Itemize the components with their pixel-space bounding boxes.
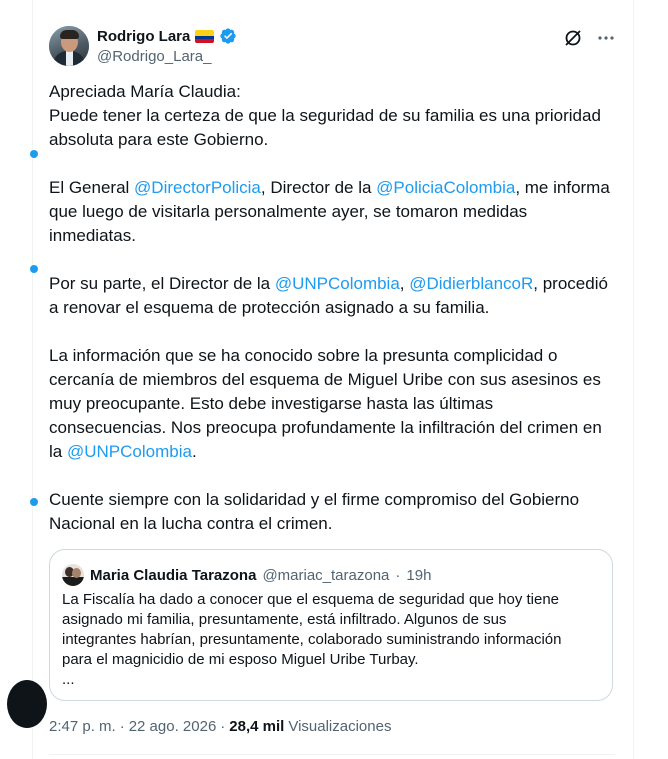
mention-link[interactable]: @DirectorPolicia <box>134 178 261 197</box>
tweet-paragraph: Cuente siempre con la solidaridad y el f… <box>49 490 580 533</box>
quoted-tweet-text: La Fiscalía ha dado a conocer que el esq… <box>62 590 592 690</box>
mention-link[interactable]: @PoliciaColombia <box>376 178 515 197</box>
quoted-tweet[interactable]: Maria Claudia Tarazona @mariac_tarazona … <box>49 549 613 701</box>
quoted-text-line: La Fiscalía ha dado a conocer que el esq… <box>62 591 560 608</box>
tweet-greeting: Apreciada María Claudia: <box>49 82 241 101</box>
quoted-text-ellipsis: ... <box>62 671 75 688</box>
quoted-author-handle[interactable]: @mariac_tarazona <box>262 567 389 584</box>
verified-badge-icon[interactable] <box>219 27 237 45</box>
author-handle[interactable]: @Rodrigo_Lara_ <box>97 48 211 65</box>
tweet-paragraph: La información que se ha conocido sobre … <box>49 344 615 464</box>
header-actions <box>563 28 615 48</box>
mention-link[interactable]: @DidierblancoR <box>409 274 533 293</box>
mention-link[interactable]: @UNPColombia <box>275 274 400 293</box>
quoted-text-line: asignado mi familia, presuntamente, está… <box>62 611 507 628</box>
tweet-text: Apreciada María Claudia: Puede tener la … <box>49 80 615 536</box>
tweet-paragraph: Por su parte, el Director de la @UNPColo… <box>49 272 615 320</box>
tweet-paragraph: Apreciada María Claudia: Puede tener la … <box>49 80 615 152</box>
more-icon[interactable] <box>597 29 615 47</box>
author-name[interactable]: Rodrigo Lara <box>97 28 190 45</box>
tweet-meta: 2:47 p. m. · 22 ago. 2026 · 28,4 mil Vis… <box>49 718 391 735</box>
tweet-text-segment: , <box>399 274 410 293</box>
quoted-author-name[interactable]: Maria Claudia Tarazona <box>90 567 256 584</box>
separator-dot: · <box>119 718 125 735</box>
notification-dot <box>30 498 38 506</box>
views-label: Visualizaciones <box>288 718 392 735</box>
quoted-text-line: integrantes habrían, presuntamente, cola… <box>62 631 562 648</box>
colombia-flag-icon <box>195 29 215 43</box>
author-name-row: Rodrigo Lara <box>97 27 237 45</box>
separator-dot: · <box>395 566 401 584</box>
notification-dot <box>30 265 38 273</box>
tweet-date[interactable]: 22 ago. 2026 <box>129 718 217 735</box>
quoted-text-line: para el magnicidio de mi esposo Miguel U… <box>62 651 419 668</box>
quoted-tweet-time[interactable]: 19h <box>406 567 431 584</box>
tweet-text-segment: , Director de la <box>260 178 377 197</box>
separator-dot: · <box>220 718 226 735</box>
notification-dot <box>30 150 38 158</box>
quoted-author-avatar[interactable] <box>62 564 84 586</box>
quoted-tweet-header: Maria Claudia Tarazona @mariac_tarazona … <box>62 564 431 586</box>
tweet-paragraph: El General @DirectorPolicia, Director de… <box>49 176 615 248</box>
tweet-text-segment: El General <box>49 178 135 197</box>
grok-icon[interactable] <box>563 28 583 48</box>
tweet-header: Rodrigo Lara @Rodrigo_Lara_ <box>49 24 615 68</box>
mention-link[interactable]: @UNPColombia <box>67 442 192 461</box>
tweet-sentence: Puede tener la certeza de que la segurid… <box>49 106 601 149</box>
floating-button[interactable] <box>7 680 47 728</box>
author-avatar[interactable] <box>49 26 89 66</box>
tweet-text-segment: . <box>191 442 197 461</box>
tweet-text-segment: Por su parte, el Director de la <box>49 274 275 293</box>
tweet-time[interactable]: 2:47 p. m. <box>49 718 116 735</box>
views-count: 28,4 mil <box>229 718 285 735</box>
divider <box>49 754 615 755</box>
